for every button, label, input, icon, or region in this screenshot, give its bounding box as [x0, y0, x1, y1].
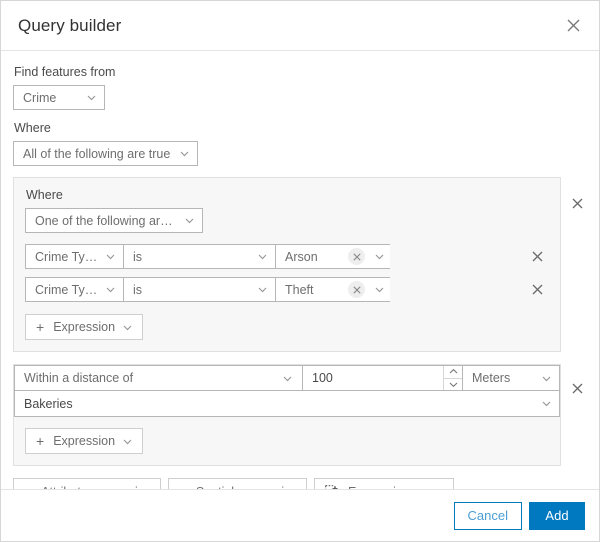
- expression-value: Theft: [285, 282, 314, 297]
- dialog-footer: Cancel Add: [1, 489, 599, 541]
- group-operator-value: One of the following are tr...: [35, 213, 177, 228]
- chevron-down-icon: [256, 250, 269, 263]
- query-builder-dialog: Query builder Find features from Crime W…: [0, 0, 600, 542]
- close-icon[interactable]: [559, 12, 587, 40]
- spatial-expression-panel: Within a distance of 100 Meters Bakeries…: [13, 364, 582, 466]
- stepper-controls: [443, 366, 462, 390]
- spatial-layer-value: Bakeries: [24, 396, 73, 411]
- layer-select[interactable]: Crime: [13, 85, 105, 110]
- remove-expression-button[interactable]: [528, 281, 546, 299]
- spatial-layer-select[interactable]: Bakeries: [14, 391, 560, 417]
- add-attribute-expression-button[interactable]: + Attribute expression: [13, 478, 161, 489]
- plus-icon: +: [36, 319, 45, 335]
- chevron-down-icon: [540, 397, 553, 410]
- expression-row: Crime Type is Arson: [25, 244, 542, 269]
- chevron-down-icon: [540, 372, 553, 385]
- add-expression-label: Expression: [53, 434, 116, 448]
- chevron-down-icon: [85, 91, 98, 104]
- expression-group: Where One of the following are tr... Cri…: [13, 177, 582, 352]
- chevron-down-icon: [281, 372, 294, 385]
- clear-value-icon[interactable]: [348, 248, 365, 265]
- expression-operator-value: is: [133, 249, 143, 264]
- expression-row: Crime Type is Theft: [25, 277, 542, 302]
- chevron-down-icon: [121, 435, 134, 448]
- dialog-body: Find features from Crime Where All of th…: [1, 51, 599, 489]
- dialog-header: Query builder: [1, 1, 599, 51]
- add-button[interactable]: Add: [529, 501, 585, 530]
- chevron-down-icon: [121, 321, 134, 334]
- remove-spatial-button[interactable]: [568, 379, 586, 397]
- spatial-add-expression-wrap: + Expression: [14, 417, 560, 454]
- where-label: Where: [14, 121, 51, 135]
- expression-field-select[interactable]: Crime Type: [25, 277, 123, 302]
- add-expression-button[interactable]: + Expression: [25, 428, 144, 454]
- expression-value-select[interactable]: Arson: [275, 244, 390, 269]
- distance-unit-value: Meters: [472, 371, 511, 385]
- where-operator-select[interactable]: All of the following are true: [13, 141, 198, 166]
- expression-operator-value: is: [133, 282, 143, 297]
- chevron-down-icon: [104, 283, 117, 296]
- distance-unit-select[interactable]: Meters: [462, 365, 560, 391]
- expression-value: Arson: [285, 249, 318, 264]
- expression-field-select[interactable]: Crime Type: [25, 244, 123, 269]
- chevron-up-icon[interactable]: [444, 366, 462, 379]
- chevron-down-icon[interactable]: [444, 379, 462, 391]
- group-operator-select[interactable]: One of the following are tr...: [25, 208, 203, 233]
- add-expression-group-button[interactable]: Expression group: [314, 478, 455, 489]
- chevron-down-icon: [104, 250, 117, 263]
- clear-value-icon[interactable]: [348, 281, 365, 298]
- cancel-button[interactable]: Cancel: [453, 501, 522, 530]
- layer-select-value: Crime: [23, 90, 57, 105]
- chevron-down-icon: [373, 283, 386, 296]
- distance-input[interactable]: [303, 366, 443, 390]
- spatial-row: Within a distance of 100 Meters: [14, 365, 560, 391]
- spatial-predicate-select[interactable]: Within a distance of: [14, 365, 302, 391]
- chevron-down-icon: [256, 283, 269, 296]
- remove-expression-button[interactable]: [528, 248, 546, 266]
- spatial-predicate-value: Within a distance of: [24, 371, 134, 385]
- expression-value-select[interactable]: Theft: [275, 277, 390, 302]
- chevron-down-icon: [178, 147, 191, 160]
- add-expression-button[interactable]: + Expression: [25, 314, 144, 340]
- distance-stepper[interactable]: [302, 365, 462, 391]
- add-buttons-row: + Attribute expression + Spatial express…: [13, 478, 587, 489]
- expression-field-value: Crime Type: [35, 249, 98, 264]
- chevron-down-icon: [183, 214, 196, 227]
- chevron-down-icon: [373, 250, 386, 263]
- page-title: Query builder: [18, 15, 122, 35]
- expression-operator-select[interactable]: is: [123, 277, 275, 302]
- where-operator-value: All of the following are true: [23, 146, 171, 161]
- plus-icon: +: [36, 433, 45, 449]
- add-spatial-expression-button[interactable]: + Spatial expression: [167, 478, 308, 489]
- remove-group-button[interactable]: [568, 194, 586, 212]
- add-expression-label: Expression: [53, 320, 116, 334]
- find-features-label: Find features from: [14, 65, 116, 79]
- group-where-label: Where: [26, 188, 63, 202]
- expression-operator-select[interactable]: is: [123, 244, 275, 269]
- expression-field-value: Crime Type: [35, 282, 98, 297]
